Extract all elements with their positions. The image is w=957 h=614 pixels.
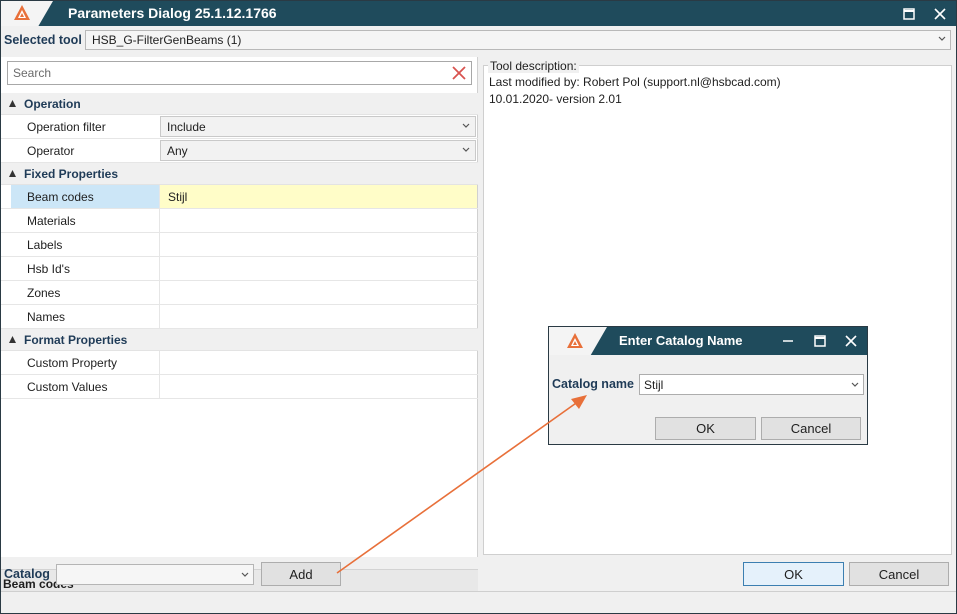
maximize-icon	[903, 7, 915, 20]
tool-description-box	[483, 65, 952, 555]
collapse-triangle-icon[interactable]	[9, 100, 16, 107]
property-name: Operator	[27, 144, 75, 158]
tool-description-legend: Tool description:	[488, 59, 579, 73]
property-row-operator[interactable]: Operator Any	[1, 139, 478, 163]
property-row-materials[interactable]: Materials	[1, 209, 478, 233]
clear-search-icon[interactable]	[452, 66, 466, 80]
status-bar	[1, 591, 956, 613]
group-title: Operation	[24, 97, 81, 111]
parameters-dialog: Parameters Dialog 25.1.12.1766 Selected …	[0, 0, 957, 614]
catalog-ok-button[interactable]: OK	[655, 417, 756, 440]
group-fixed-properties[interactable]: Fixed Properties	[1, 163, 478, 185]
catalog-label: Catalog	[4, 567, 50, 581]
chevron-down-icon	[241, 572, 249, 577]
hsb-ids-value[interactable]	[159, 257, 477, 280]
property-name: Beam codes	[11, 185, 159, 208]
selected-tool-row: Selected tool HSB_G-FilterGenBeams (1)	[1, 29, 956, 51]
chevron-down-icon	[462, 147, 470, 152]
property-name: Zones	[27, 286, 61, 300]
property-row-beam-codes[interactable]: Beam codes Stijl	[1, 185, 478, 209]
maximize-button[interactable]	[894, 1, 924, 26]
property-row-zones[interactable]: Zones	[1, 281, 478, 305]
property-name: Labels	[27, 238, 63, 252]
names-value[interactable]	[159, 305, 477, 328]
collapse-triangle-icon[interactable]	[9, 170, 16, 177]
collapse-triangle-icon[interactable]	[9, 336, 16, 343]
beam-codes-value[interactable]: Stijl	[159, 185, 477, 208]
zones-value[interactable]	[159, 281, 477, 304]
selected-tool-combo[interactable]: HSB_G-FilterGenBeams (1)	[85, 30, 951, 50]
catalog-name-combo[interactable]	[639, 374, 864, 395]
property-name: Materials	[27, 214, 76, 228]
property-name: Custom Values	[27, 380, 108, 394]
selected-tool-label: Selected tool	[4, 33, 82, 47]
search-input[interactable]	[13, 65, 443, 81]
minimize-button[interactable]	[772, 327, 804, 355]
window-title: Parameters Dialog 25.1.12.1766	[68, 5, 277, 21]
hsbcad-logo-icon	[14, 5, 30, 20]
catalog-name-label: Catalog name	[552, 377, 634, 391]
close-icon	[845, 335, 857, 347]
property-row-names[interactable]: Names	[1, 305, 478, 329]
enter-catalog-name-dialog: Enter Catalog Name Catalog name Stijl OK…	[548, 326, 868, 445]
tool-description-line: 10.01.2020- version 2.01	[489, 92, 622, 106]
group-operation[interactable]: Operation	[1, 93, 478, 115]
chevron-down-icon	[938, 36, 946, 41]
maximize-button[interactable]	[804, 327, 836, 355]
group-format-properties[interactable]: Format Properties	[1, 329, 478, 351]
close-icon	[934, 7, 946, 20]
property-name: Hsb Id's	[27, 262, 70, 276]
catalog-dialog-title: Enter Catalog Name	[619, 333, 743, 348]
group-title: Format Properties	[24, 333, 128, 347]
operator-combo[interactable]: Any	[160, 140, 476, 161]
property-row-custom-property[interactable]: Custom Property	[1, 351, 478, 375]
property-row-hsb-ids[interactable]: Hsb Id's	[1, 257, 478, 281]
custom-property-value[interactable]	[159, 351, 477, 374]
catalog-name-input[interactable]	[644, 378, 839, 392]
catalog-dialog-title-bar[interactable]: Enter Catalog Name	[549, 327, 867, 355]
close-button[interactable]	[925, 1, 955, 26]
tool-description-line: Last modified by: Robert Pol (support.nl…	[489, 75, 781, 89]
operation-filter-combo[interactable]: Include	[160, 116, 476, 137]
add-catalog-button[interactable]: Add	[261, 562, 341, 586]
property-name: Operation filter	[27, 120, 106, 134]
close-button[interactable]	[835, 327, 867, 355]
property-grid: Operation Operation filter Include Opera…	[1, 93, 478, 399]
cancel-button[interactable]: Cancel	[849, 562, 949, 586]
title-bar[interactable]: Parameters Dialog 25.1.12.1766	[1, 1, 956, 26]
search-box[interactable]	[7, 61, 472, 85]
minimize-icon	[783, 340, 793, 342]
group-title: Fixed Properties	[24, 167, 119, 181]
hsbcad-logo-icon	[567, 333, 583, 348]
ok-button[interactable]: OK	[743, 562, 844, 586]
property-value: Include	[167, 120, 206, 134]
catalog-cancel-button[interactable]: Cancel	[761, 417, 861, 440]
labels-value[interactable]	[159, 233, 477, 256]
custom-values-value[interactable]	[159, 375, 477, 398]
chevron-down-icon[interactable]	[851, 380, 859, 390]
catalog-combo[interactable]	[56, 564, 254, 585]
materials-value[interactable]	[159, 209, 477, 232]
property-row-custom-values[interactable]: Custom Values	[1, 375, 478, 399]
selected-tool-value: HSB_G-FilterGenBeams (1)	[92, 33, 242, 47]
property-row-labels[interactable]: Labels	[1, 233, 478, 257]
maximize-icon	[814, 335, 826, 347]
property-grid-panel: Operation Operation filter Include Opera…	[1, 57, 478, 613]
property-value: Any	[167, 144, 188, 158]
property-name: Custom Property	[27, 356, 118, 370]
property-name: Names	[27, 310, 66, 324]
property-row-operation-filter[interactable]: Operation filter Include	[1, 115, 478, 139]
chevron-down-icon	[462, 123, 470, 128]
